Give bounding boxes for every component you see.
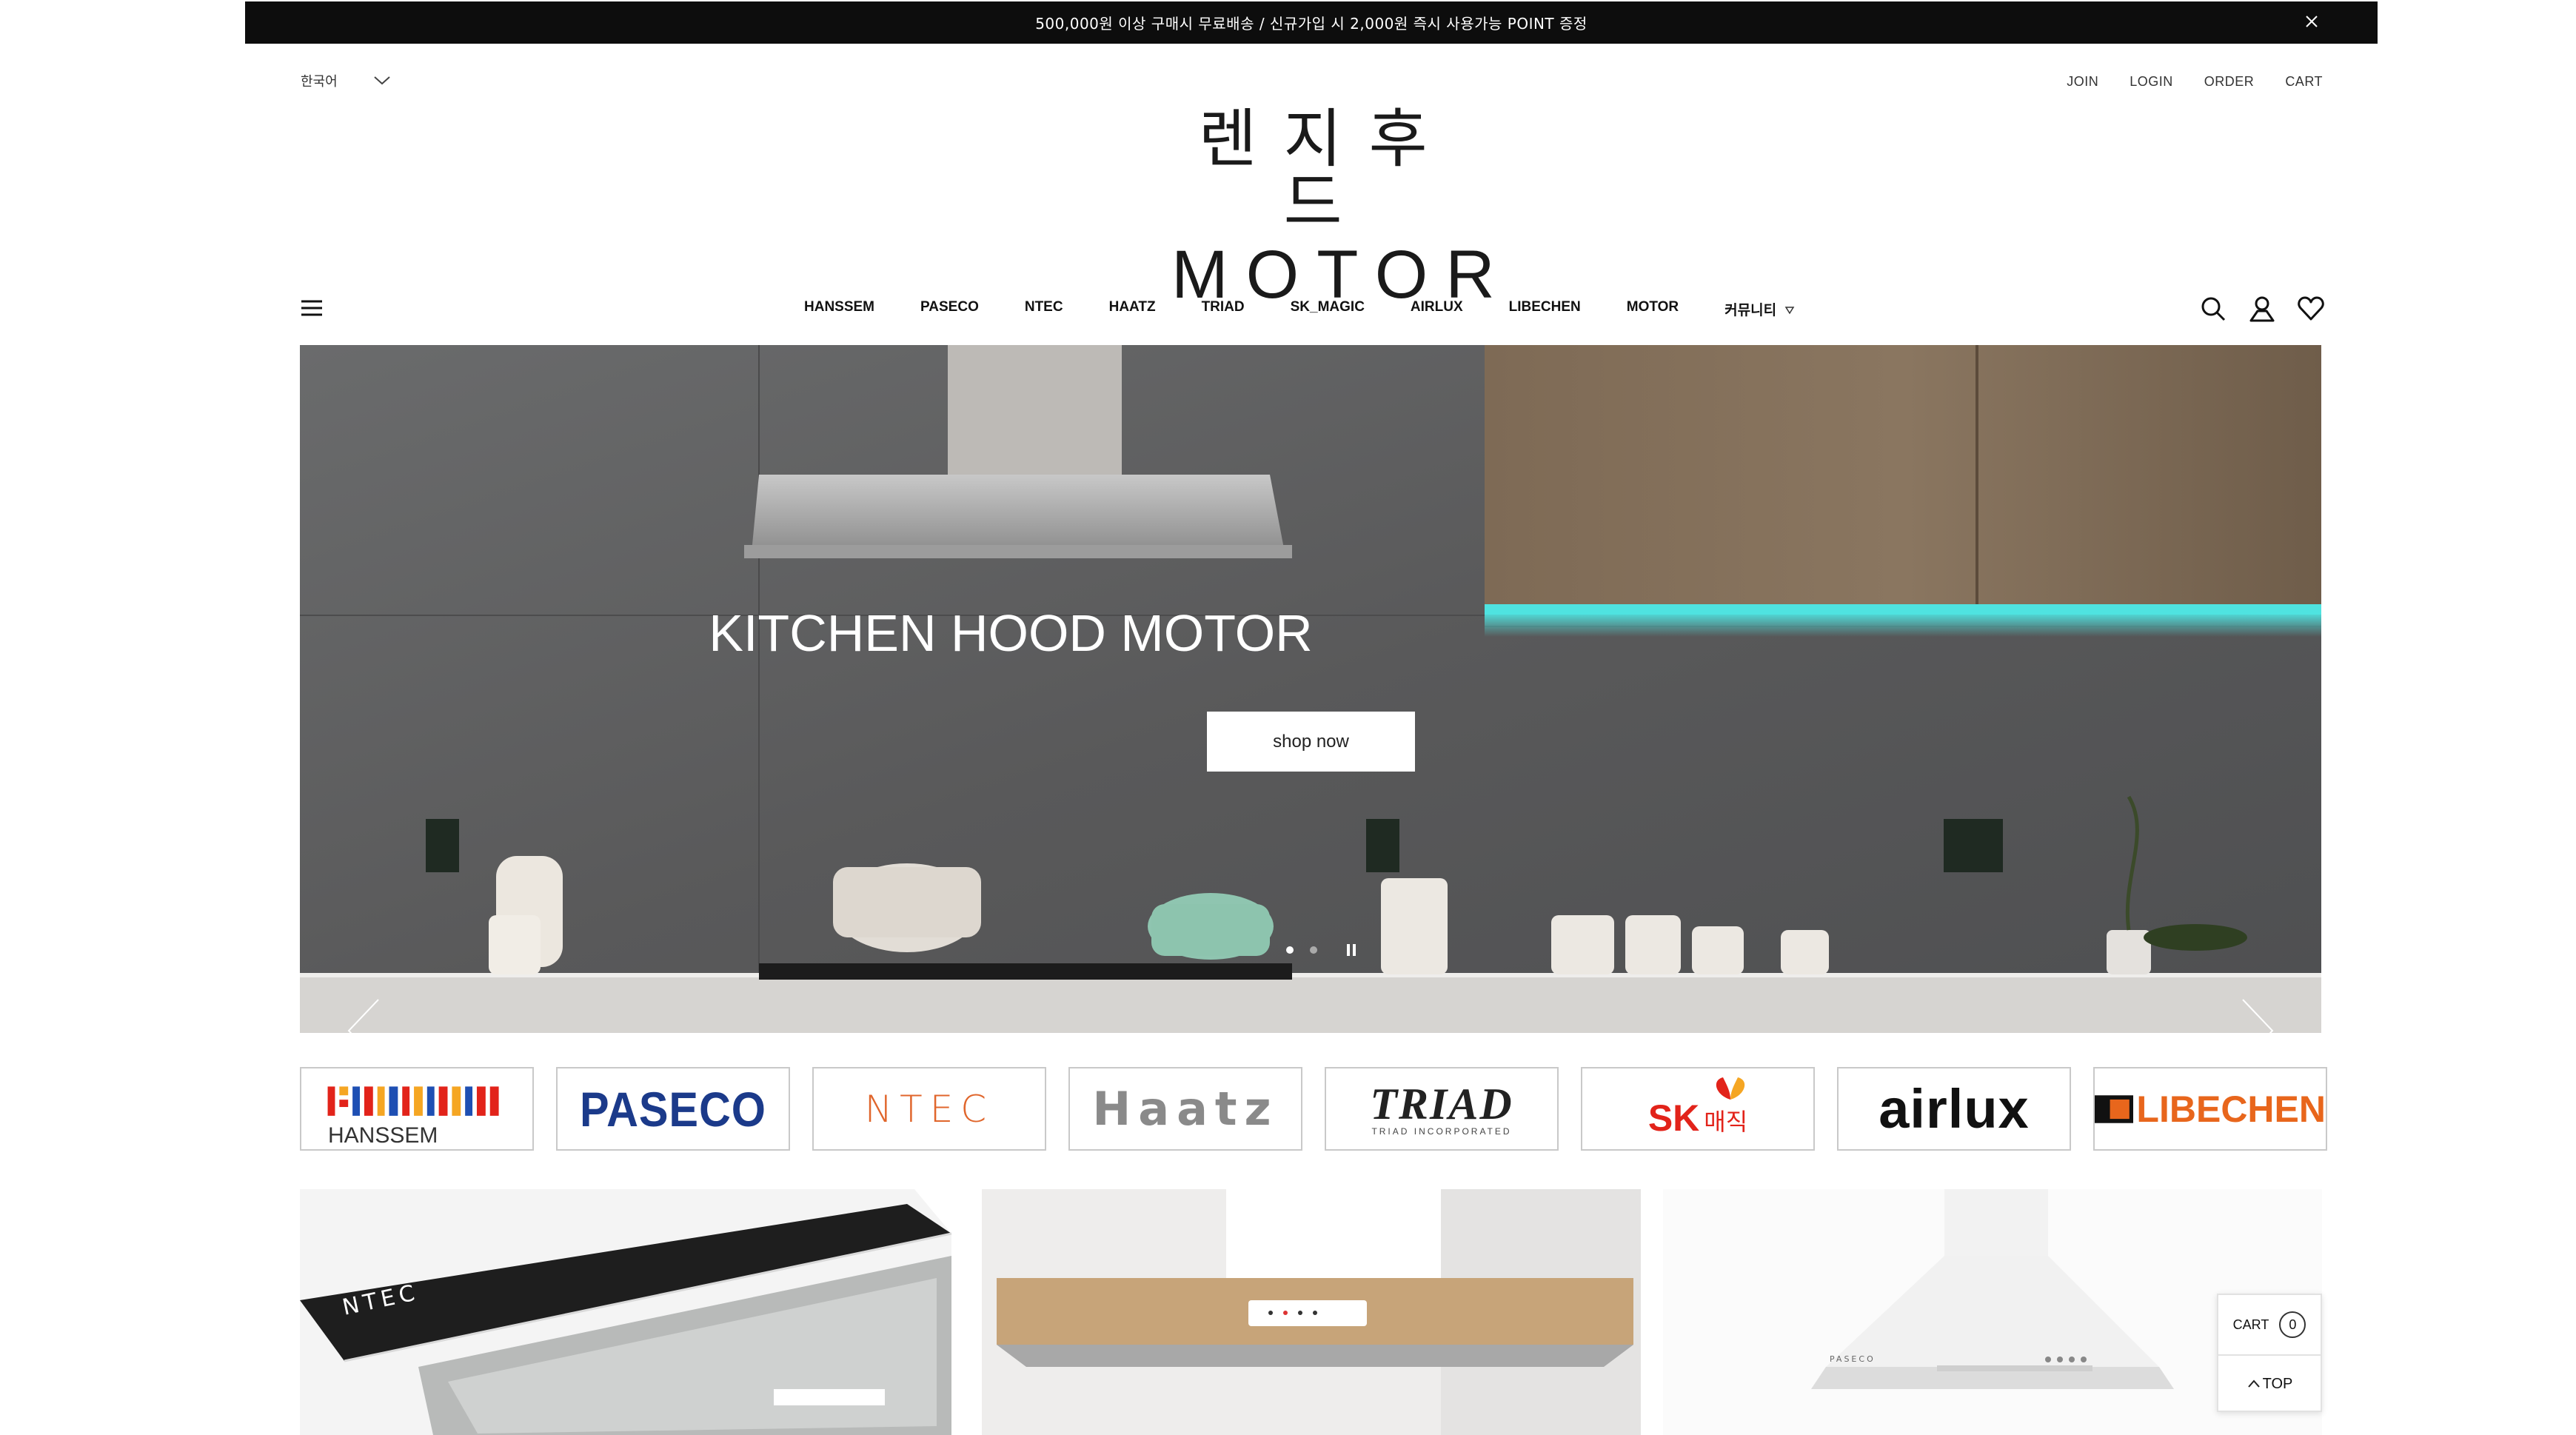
chevron-down-icon <box>374 76 390 85</box>
pause-icon[interactable] <box>1347 944 1357 956</box>
brand-sk-magic[interactable]: SK 매직 <box>1581 1067 1815 1151</box>
login-link[interactable]: LOGIN <box>2130 74 2173 90</box>
hero-prev-arrow-icon[interactable] <box>344 997 383 1033</box>
language-label: 한국어 <box>301 74 338 90</box>
triangle-down-icon <box>1784 307 1795 315</box>
libechen-mark-icon <box>2095 1094 2134 1123</box>
brand-paseco[interactable]: PASECO <box>556 1067 790 1151</box>
nav-item-paseco[interactable]: PASECO <box>920 299 979 319</box>
floating-cart-label: CART <box>2232 1317 2269 1332</box>
sk-logo-text: SK <box>1647 1097 1700 1139</box>
cart-link[interactable]: CART <box>2285 74 2323 90</box>
hanssem-label: HANSSEM <box>328 1123 438 1148</box>
nav-item-community-label: 커뮤니티 <box>1724 302 1777 318</box>
brand-airlux[interactable]: airlux <box>1837 1067 2071 1151</box>
brand-hanssem[interactable]: HANSSEM <box>300 1067 534 1151</box>
close-icon[interactable] <box>2301 10 2323 33</box>
brand-triad[interactable]: TRIAD TRIAD INCORPORATED <box>1325 1067 1559 1151</box>
product-tile-ntec[interactable]: NTEC <box>300 1189 959 1435</box>
nav-item-libechen[interactable]: LIBECHEN <box>1509 299 1581 319</box>
join-link[interactable]: JOIN <box>2067 74 2098 90</box>
nav-item-community[interactable]: 커뮤니티 <box>1724 299 1795 319</box>
brand-haatz[interactable]: Haatz <box>1068 1067 1302 1151</box>
hero-pagination <box>1286 944 1357 956</box>
announcement-bar: 500,000원 이상 구매시 무료배송 / 신규가입 시 2,000원 즉시 … <box>245 1 2378 44</box>
hamburger-menu-icon[interactable] <box>300 298 324 318</box>
sk-butterfly-icon <box>1716 1077 1745 1100</box>
brand-ntec[interactable]: NTEC <box>812 1067 1046 1151</box>
floating-cart-button[interactable]: CART 0 <box>2218 1295 2321 1356</box>
cart-count-badge: 0 <box>2279 1311 2306 1338</box>
scroll-top-button[interactable]: TOP <box>2218 1356 2321 1412</box>
triad-subtitle: TRIAD INCORPORATED <box>1371 1125 1512 1137</box>
airlux-logo: airlux <box>1879 1078 2030 1140</box>
scroll-top-label: TOP <box>2262 1375 2293 1392</box>
floating-widget: CART 0 TOP <box>2217 1294 2322 1412</box>
brand-libechen[interactable]: LIBECHEN <box>2093 1067 2327 1151</box>
nav-item-airlux[interactable]: AIRLUX <box>1411 299 1463 319</box>
triad-logo: TRIAD <box>1370 1079 1513 1128</box>
hero-next-arrow-icon[interactable] <box>2238 997 2277 1033</box>
language-selector[interactable]: 한국어 <box>301 71 391 90</box>
announcement-text: 500,000원 이상 구매시 무료배송 / 신규가입 시 2,000원 즉시 … <box>1035 15 1588 33</box>
libechen-logo: LIBECHEN <box>2136 1088 2326 1130</box>
nav-item-triad[interactable]: TRIAD <box>1202 299 1245 319</box>
heart-icon[interactable] <box>2298 295 2324 322</box>
hero-kitchen-image <box>300 345 2321 1033</box>
site-logo[interactable]: 렌지후드 MOTOR <box>1154 102 1495 310</box>
paseco-logo: PASECO <box>580 1081 766 1137</box>
brand-logo-strip: HANSSEM PASECO NTEC Haatz TRIAD TRIAD IN… <box>300 1067 2327 1151</box>
utility-links: JOIN LOGIN ORDER CART <box>2067 74 2323 90</box>
nav-item-sk-magic[interactable]: SK_MAGIC <box>1291 299 1365 319</box>
shop-now-button[interactable]: shop now <box>1207 712 1415 772</box>
hero-slider[interactable] <box>300 345 2321 1033</box>
search-icon[interactable] <box>2200 295 2227 322</box>
product-tile-wood[interactable] <box>982 1189 1641 1435</box>
nav-icons <box>2200 295 2324 322</box>
haatz-logo: Haatz <box>1092 1082 1279 1136</box>
hero-title: KITCHEN HOOD MOTOR <box>709 604 1313 662</box>
nav-item-ntec[interactable]: NTEC <box>1025 299 1063 319</box>
chevron-up-icon <box>2247 1379 2260 1388</box>
nav-item-hanssem[interactable]: HANSSEM <box>804 299 874 319</box>
sk-magic-text: 매직 <box>1704 1107 1748 1136</box>
hero-dot-2[interactable] <box>1310 946 1317 954</box>
logo-korean: 렌지후드 <box>1198 102 1454 240</box>
hero-dot-1[interactable] <box>1286 946 1294 954</box>
paseco-hood-label: PASECO <box>1830 1354 1876 1364</box>
nav-item-haatz[interactable]: HAATZ <box>1109 299 1156 319</box>
wood-hood-image <box>982 1189 1641 1435</box>
user-icon[interactable] <box>2249 295 2275 322</box>
ntec-logo: NTEC <box>864 1087 994 1131</box>
nav-item-motor[interactable]: MOTOR <box>1627 299 1679 319</box>
main-nav: HANSSEM PASECO NTEC HAATZ TRIAD SK_MAGIC… <box>777 299 1795 319</box>
order-link[interactable]: ORDER <box>2204 74 2255 90</box>
ntec-hood-image: NTEC <box>300 1189 959 1435</box>
